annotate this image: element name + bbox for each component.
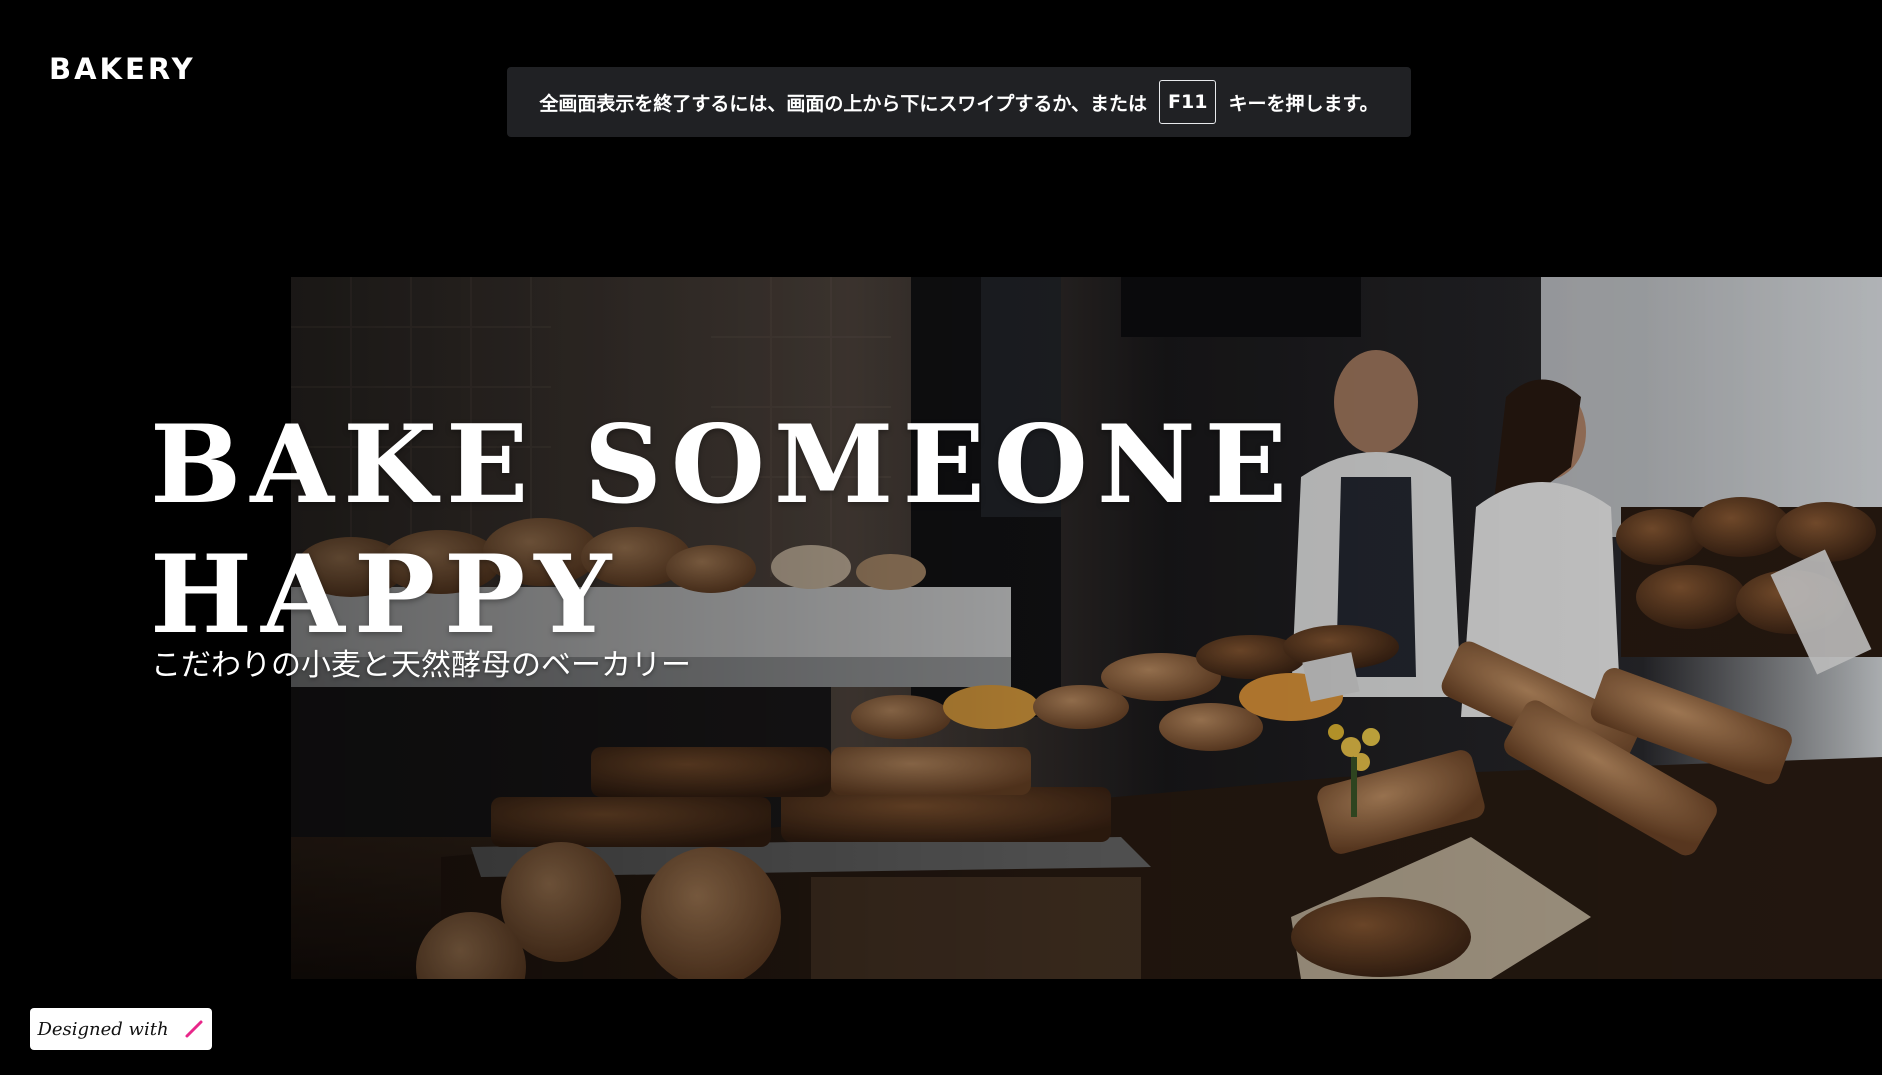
- designed-with-badge[interactable]: Designed with: [30, 1008, 212, 1050]
- designed-with-label: Designed with: [37, 1018, 169, 1040]
- fullscreen-exit-notice: 全画面表示を終了するには、画面の上から下にスワイプするか、または F11 キーを…: [507, 67, 1411, 137]
- hero-tagline: こだわりの小麦と天然酵母のベーカリー: [151, 648, 691, 683]
- hero-headline: BAKE SOMEONE HAPPY: [150, 400, 1296, 660]
- hero-headline-line1: BAKE SOMEONE: [150, 402, 1296, 528]
- f11-key-label: F11: [1159, 80, 1217, 124]
- site-logo[interactable]: BAKERY: [49, 52, 196, 86]
- notice-text-before: 全画面表示を終了するには、画面の上から下にスワイプするか、または: [539, 92, 1148, 115]
- hero-headline-line2: HAPPY: [150, 532, 621, 658]
- page: BAKERY 全画面表示を終了するには、画面の上から下にスワイプするか、または …: [0, 0, 1882, 1075]
- notice-text-after: キーを押します。: [1228, 92, 1379, 115]
- pen-icon: [183, 1018, 205, 1040]
